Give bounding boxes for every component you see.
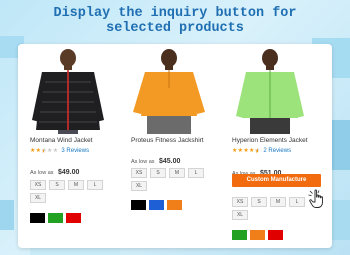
color-swatches bbox=[30, 213, 81, 223]
size-option-xs[interactable]: XS bbox=[232, 197, 248, 207]
color-swatch-orange[interactable] bbox=[250, 230, 265, 240]
product-name[interactable]: Hyperion Elements Jacket bbox=[232, 137, 332, 144]
color-swatch-red[interactable] bbox=[66, 213, 81, 223]
product-name[interactable]: Proteus Fitness Jackshirt bbox=[131, 137, 231, 144]
size-option-m[interactable]: M bbox=[169, 168, 185, 178]
color-swatch-blue[interactable] bbox=[149, 200, 164, 210]
size-option-m[interactable]: M bbox=[68, 180, 84, 190]
size-option-s[interactable]: S bbox=[49, 180, 65, 190]
product-grid-panel: Montana Wind Jacket ★★★★★★3 Reviews As l… bbox=[18, 44, 332, 248]
reviews-link[interactable]: 2 Reviews bbox=[263, 148, 291, 154]
product-rating: ★★★★★★2 Reviews bbox=[232, 147, 291, 155]
custom-manufacture-button[interactable]: Custom Manufacture bbox=[232, 174, 321, 187]
headline-line-1: Display the inquiry button for bbox=[53, 6, 297, 21]
price-value: $49.00 bbox=[58, 169, 80, 176]
size-option-l[interactable]: L bbox=[188, 168, 204, 178]
price-row: As low as $45.00 bbox=[131, 150, 180, 168]
color-swatch-orange[interactable] bbox=[167, 200, 182, 210]
color-swatches bbox=[232, 230, 283, 240]
price-value: $45.00 bbox=[159, 158, 181, 165]
headline: Display the inquiry button for selected … bbox=[0, 6, 350, 36]
size-option-s[interactable]: S bbox=[150, 168, 166, 178]
size-options: XS S M L XL bbox=[30, 180, 115, 203]
size-option-xs[interactable]: XS bbox=[131, 168, 147, 178]
color-swatch-black[interactable] bbox=[30, 213, 45, 223]
color-swatch-red[interactable] bbox=[268, 230, 283, 240]
size-option-xs[interactable]: XS bbox=[30, 180, 46, 190]
size-option-l[interactable]: L bbox=[289, 197, 305, 207]
product-rating: ★★★★★★3 Reviews bbox=[30, 147, 89, 155]
color-swatch-black[interactable] bbox=[131, 200, 146, 210]
reviews-link[interactable]: 3 Reviews bbox=[61, 148, 89, 154]
size-options: XS S M L XL bbox=[131, 168, 216, 191]
headline-line-2: selected products bbox=[106, 21, 244, 36]
hand-pointer-icon bbox=[308, 189, 323, 208]
size-option-xl[interactable]: XL bbox=[30, 193, 46, 203]
color-swatch-green[interactable] bbox=[48, 213, 63, 223]
size-option-xl[interactable]: XL bbox=[131, 181, 147, 191]
price-row: As low as $49.00 bbox=[30, 161, 79, 179]
color-swatches bbox=[131, 200, 182, 210]
size-options: XS S M L XL bbox=[232, 197, 317, 220]
product-image-green-jacket[interactable] bbox=[220, 46, 320, 134]
product-card-montana: Montana Wind Jacket ★★★★★★3 Reviews As l… bbox=[18, 44, 118, 248]
price-prefix: As low as bbox=[131, 159, 155, 165]
product-card-proteus: Proteus Fitness Jackshirt As low as $45.… bbox=[119, 44, 219, 248]
product-card-hyperion: Hyperion Elements Jacket ★★★★★★2 Reviews… bbox=[220, 44, 320, 248]
size-option-s[interactable]: S bbox=[251, 197, 267, 207]
rating-stars: ★★★★★★ bbox=[30, 148, 59, 155]
size-option-xl[interactable]: XL bbox=[232, 210, 248, 220]
rating-stars: ★★★★★★ bbox=[232, 148, 261, 155]
size-option-m[interactable]: M bbox=[270, 197, 286, 207]
background-square bbox=[0, 200, 14, 230]
product-name[interactable]: Montana Wind Jacket bbox=[30, 137, 130, 144]
color-swatch-green[interactable] bbox=[232, 230, 247, 240]
price-prefix: As low as bbox=[30, 170, 54, 176]
size-option-l[interactable]: L bbox=[87, 180, 103, 190]
background-square bbox=[330, 120, 350, 170]
product-image-orange-jackshirt[interactable] bbox=[119, 46, 219, 134]
product-image-black-jacket[interactable] bbox=[18, 46, 118, 134]
